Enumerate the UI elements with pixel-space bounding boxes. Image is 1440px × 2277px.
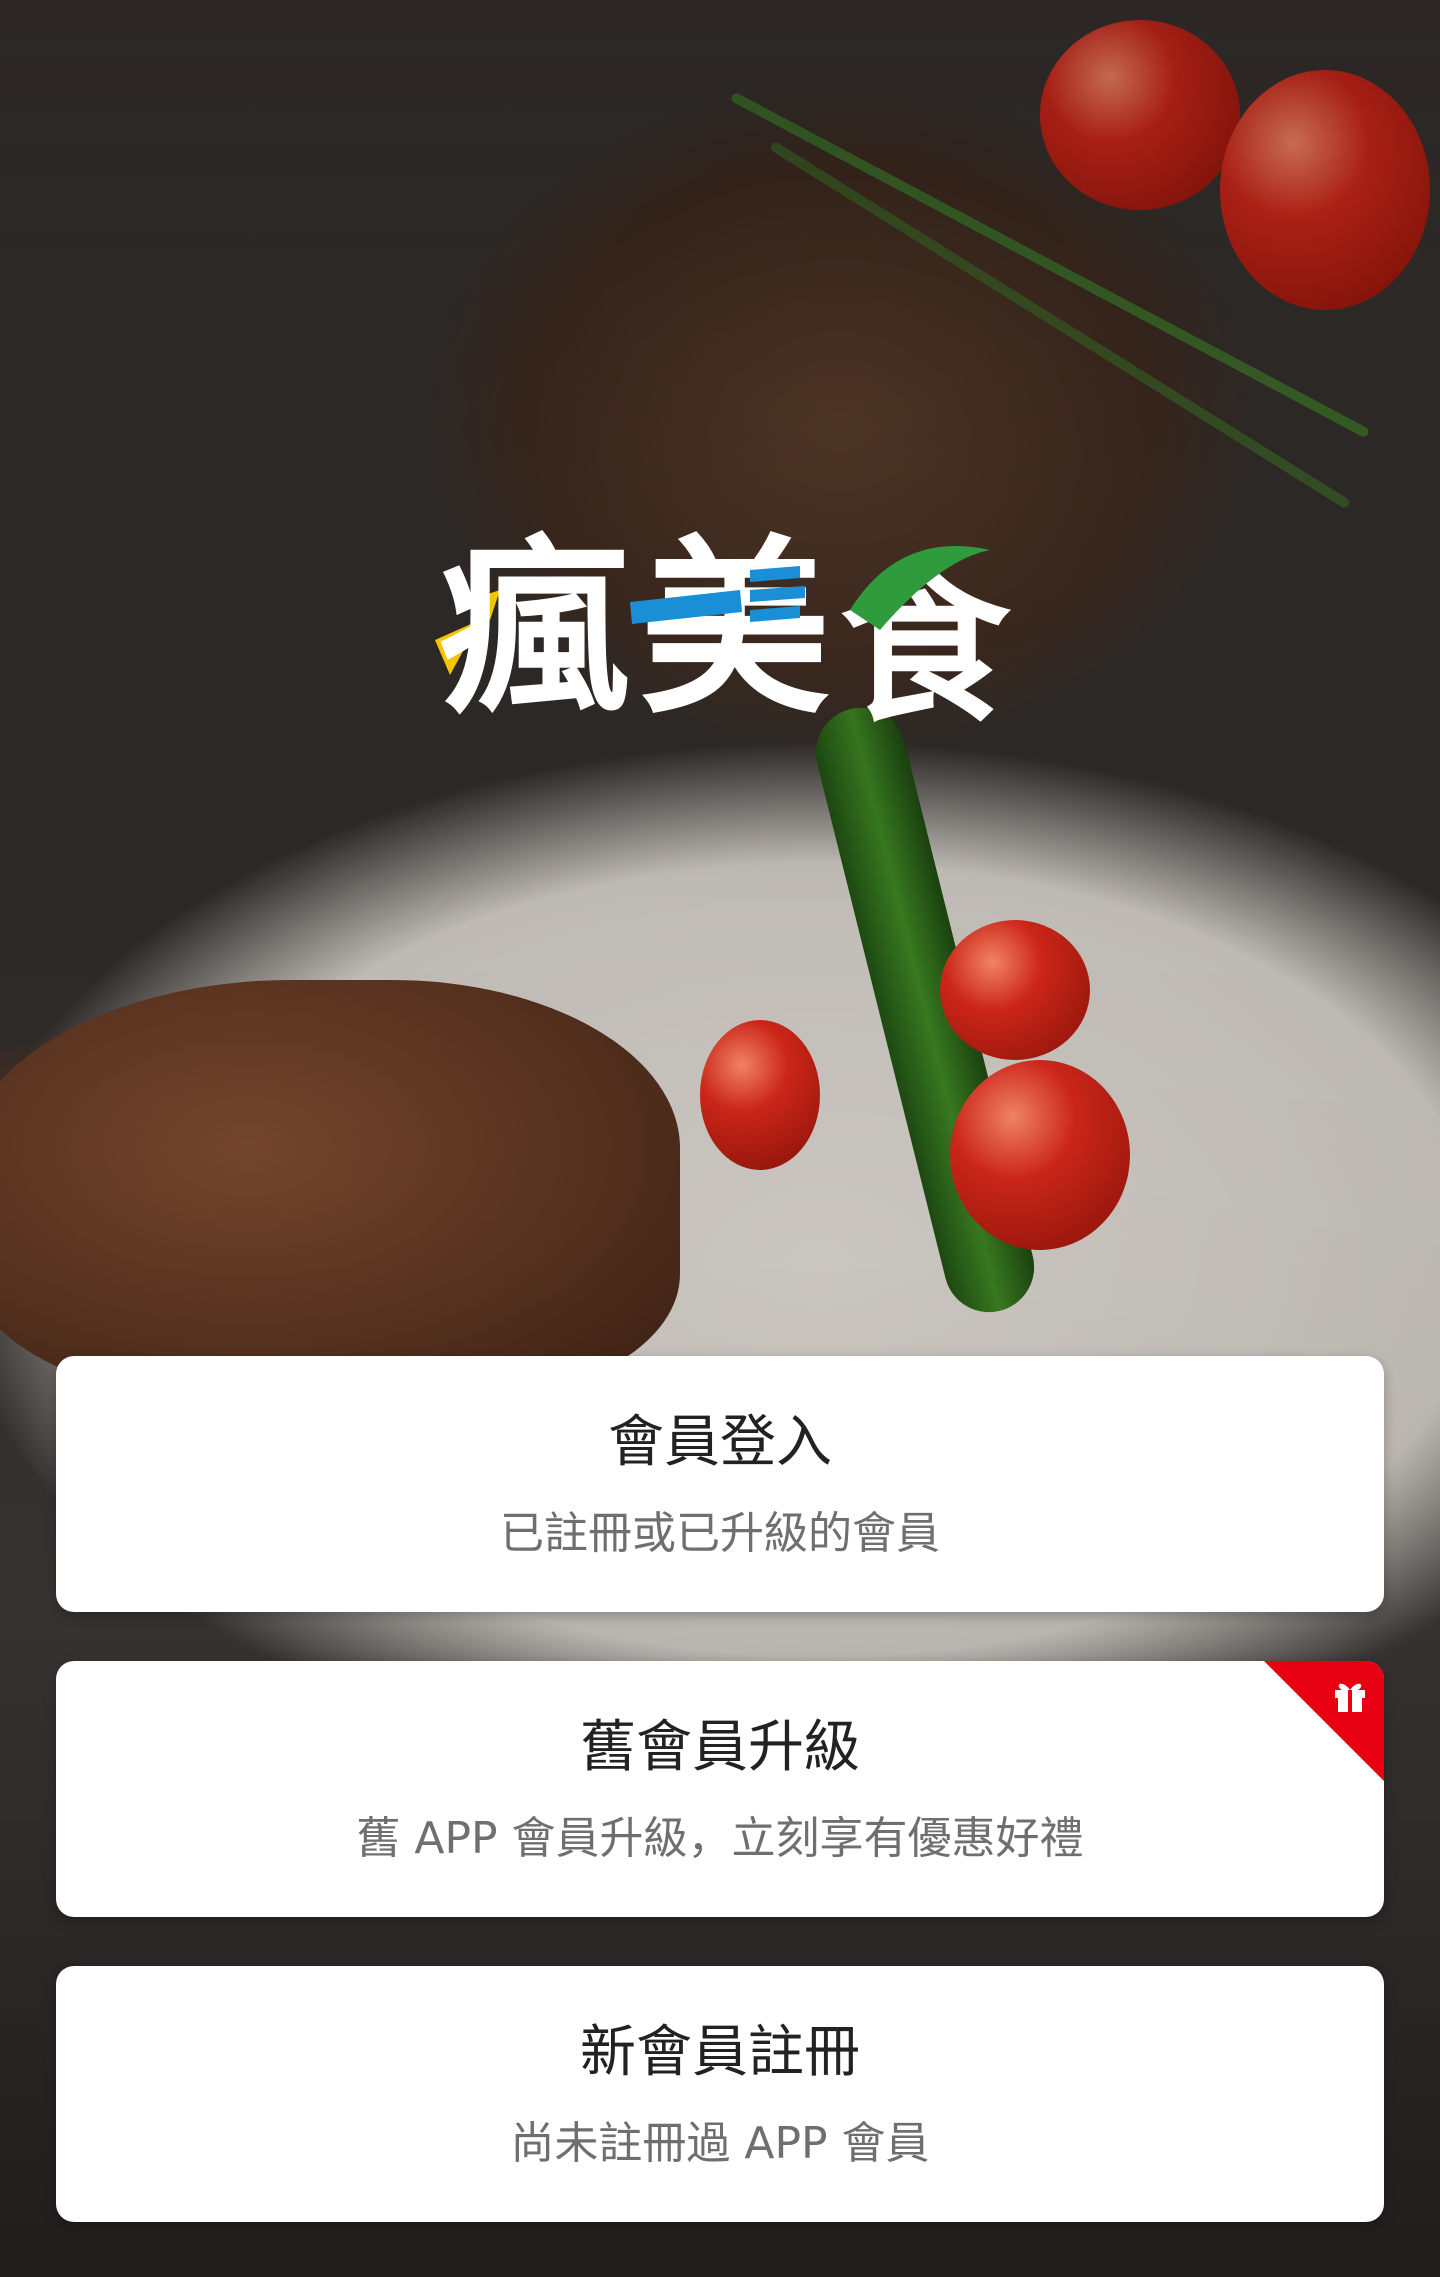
logo-char-2: 美 [640, 517, 830, 740]
new-member-register-card[interactable]: 新會員註冊 尚未註冊過 APP 會員 [56, 1966, 1384, 2222]
member-login-card[interactable]: 會員登入 已註冊或已升級的會員 [56, 1356, 1384, 1612]
new-member-register-title: 新會員註冊 [580, 2020, 860, 2085]
welcome-screen: 瘋 美 食 會員登入 已註冊或已升級的會員 舊會員升級 舊 APP 會員升級，立… [0, 0, 1440, 2277]
member-upgrade-card[interactable]: 舊會員升級 舊 APP 會員升級，立刻享有優惠好禮 [56, 1661, 1384, 1917]
gift-icon [1335, 1683, 1365, 1712]
background-shade [0, 0, 1440, 2277]
new-member-register-subtitle: 尚未註冊過 APP 會員 [510, 2118, 930, 2169]
member-login-title: 會員登入 [608, 1410, 832, 1475]
member-upgrade-subtitle: 舊 APP 會員升級，立刻享有優惠好禮 [356, 1813, 1084, 1864]
app-logo: 瘋 美 食 [0, 490, 1440, 750]
member-upgrade-title: 舊會員升級 [580, 1715, 860, 1780]
logo-char-1: 瘋 [440, 517, 630, 740]
logo-fork-accent [750, 566, 805, 622]
member-login-subtitle: 已註冊或已升級的會員 [500, 1508, 940, 1559]
